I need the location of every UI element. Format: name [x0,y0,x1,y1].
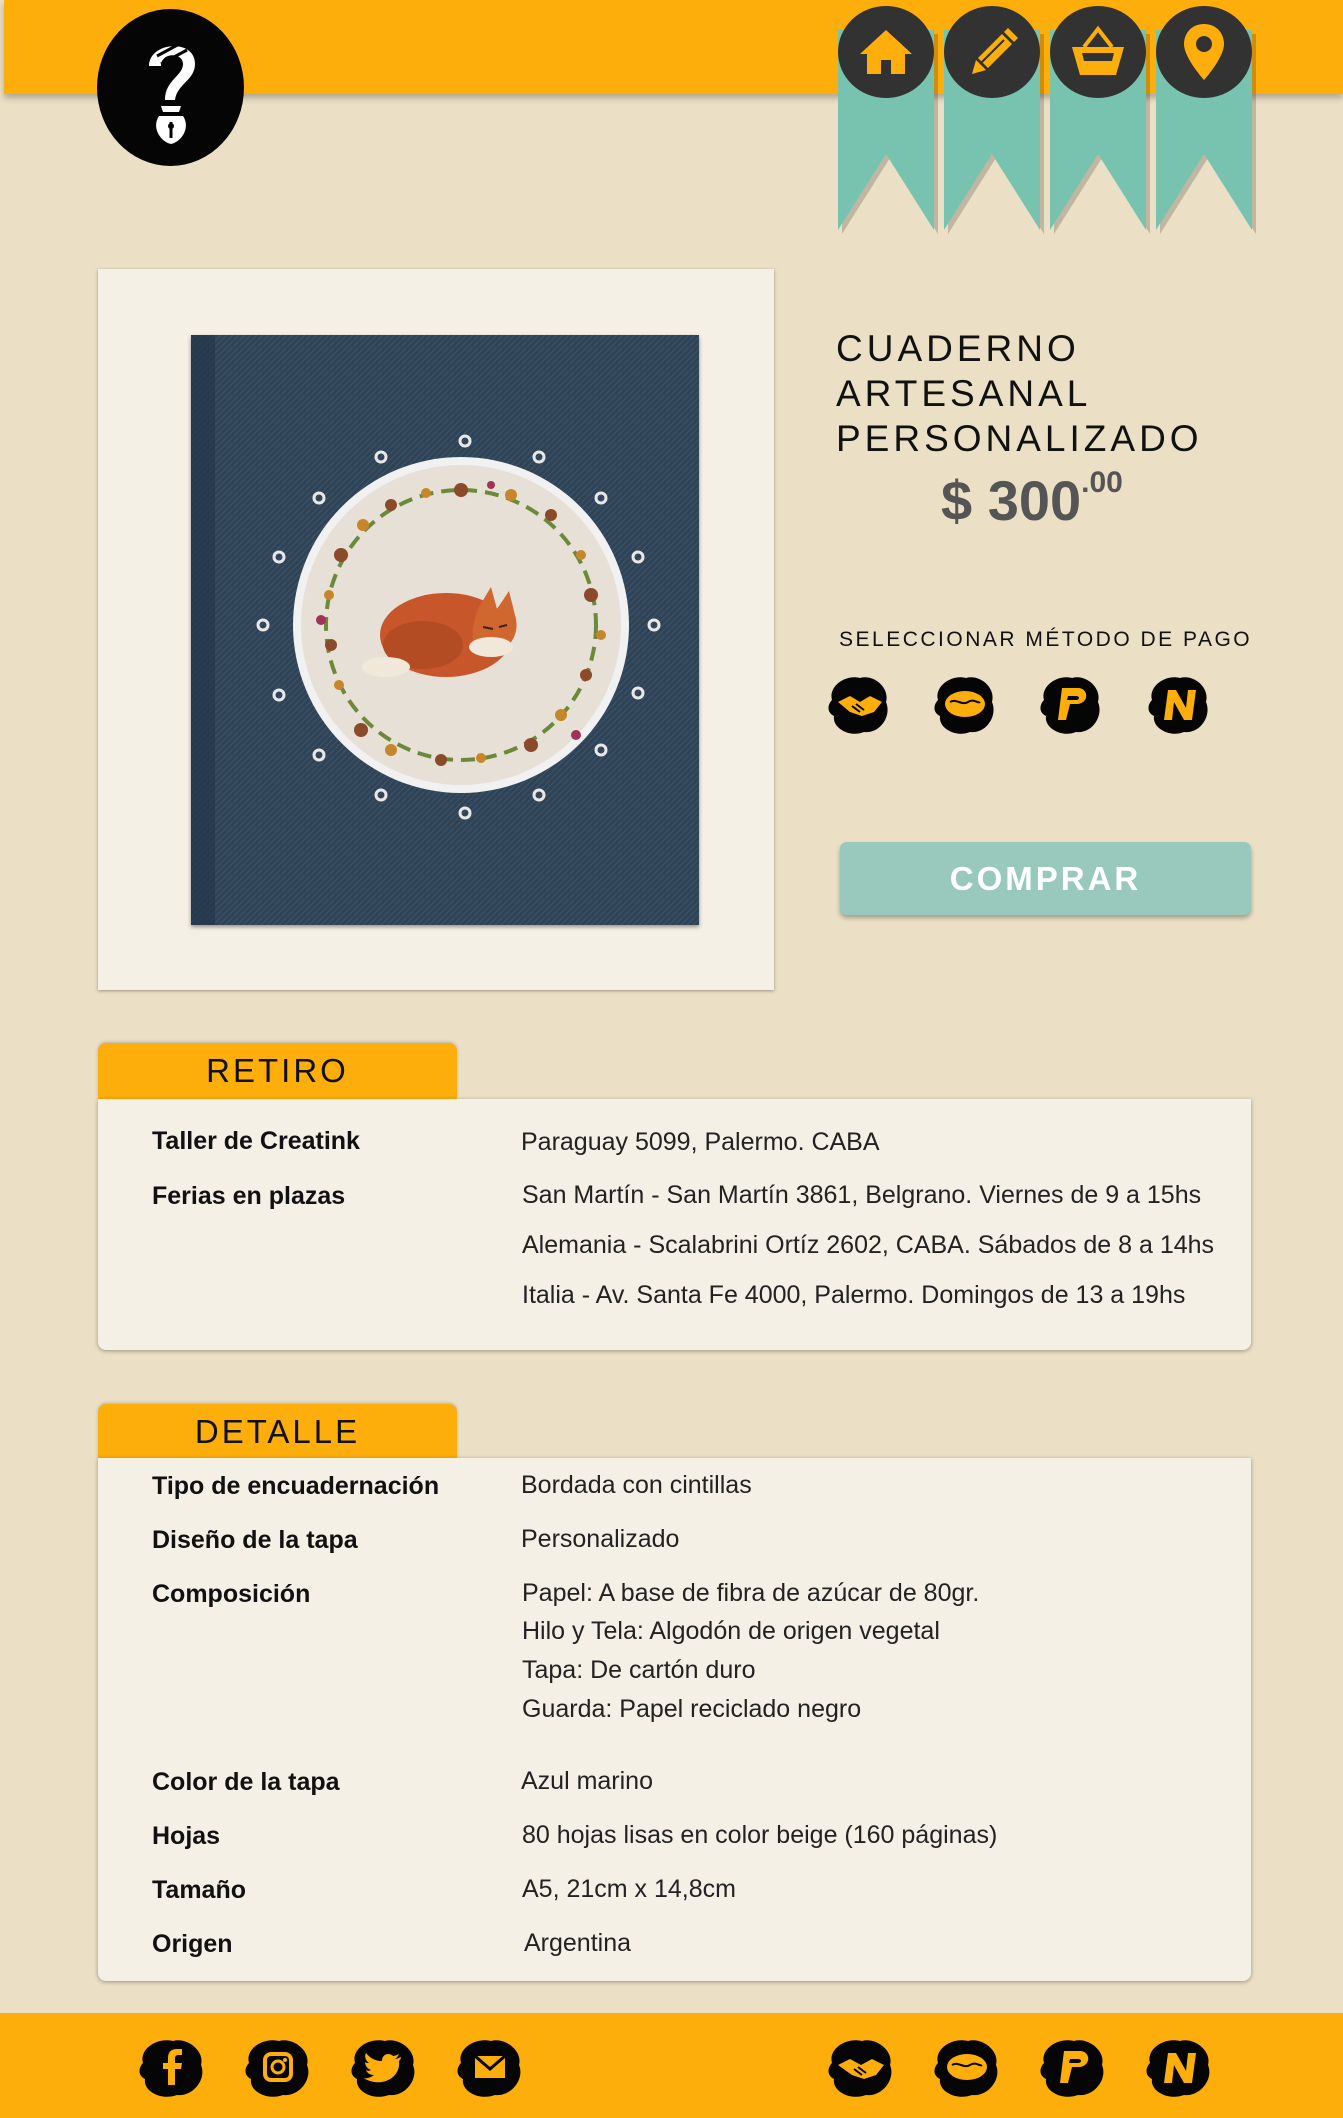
pencil-icon [944,6,1040,98]
detalle-key: Diseño de la tapa [152,1526,358,1554]
detalle-value: Personalizado [521,1525,680,1553]
nav-location[interactable] [1156,0,1256,234]
footer-payment-cash[interactable] [826,2035,896,2101]
product-photo[interactable] [191,335,699,925]
nav-edit[interactable] [944,0,1044,234]
detalle-key: Origen [152,1930,233,1958]
paypal-icon [1040,2040,1104,2097]
twitter-link[interactable] [349,2035,419,2101]
detalle-key: Hojas [152,1822,221,1850]
payment-option-mercadopago[interactable] [932,672,998,738]
footer-payment-paypal[interactable] [1038,2035,1108,2101]
paypal-icon [1040,677,1100,734]
basket-icon [1050,6,1146,98]
detalle-value: Azul marino [521,1767,653,1795]
naranja-icon [1148,677,1208,734]
product-image-card [98,269,774,990]
facebook-icon [139,2040,203,2097]
retiro-section-tab: RETIRO [98,1043,457,1099]
twitter-icon [351,2040,415,2097]
detalle-section-tab: DETALLE [98,1404,457,1460]
detalle-value: A5, 21cm x 14,8cm [522,1875,736,1903]
retiro-value: Paraguay 5099, Palermo. CABA [521,1128,880,1156]
detalle-value: Papel: A base de fibra de azúcar de 80gr… [522,1579,980,1607]
detalle-section: Tipo de encuadernación Bordada con cinti… [98,1458,1251,1981]
detalle-key: Tipo de encuadernación [152,1472,440,1500]
price-main: $ 300 [941,469,1082,532]
detalle-value: Hilo y Tela: Algodón de origen vegetal [522,1617,940,1645]
mail-icon [457,2040,521,2097]
footer-payment-naranja[interactable] [1144,2035,1214,2101]
instagram-icon [245,2040,309,2097]
mercadopago-icon [934,677,994,734]
creatink-logo[interactable] [97,9,244,166]
payment-methods [826,672,1226,742]
home-icon [838,6,934,98]
footer-payment-mercadopago[interactable] [932,2035,1002,2101]
retiro-section: Taller de Creatink Paraguay 5099, Palerm… [98,1099,1251,1350]
product-price: $ 300.00 [941,466,1123,533]
instagram-link[interactable] [243,2035,313,2101]
detalle-value: 80 hojas lisas en color beige (160 págin… [522,1821,998,1849]
map-pin-icon [1156,6,1252,98]
retiro-key: Ferias en plazas [152,1182,346,1210]
retiro-key: Taller de Creatink [152,1127,360,1155]
detalle-value: Tapa: De cartón duro [522,1656,756,1684]
product-title: CUADERNO ARTESANAL PERSONALIZADO [836,328,1203,459]
handshake-icon [828,2040,892,2097]
mail-link[interactable] [455,2035,525,2101]
retiro-value: Alemania - Scalabrini Ortíz 2602, CABA. … [522,1231,1215,1259]
payment-option-paypal[interactable] [1038,672,1104,738]
detalle-key: Composición [152,1580,311,1608]
quill-question-logo-icon [148,32,195,144]
mercadopago-icon [934,2040,998,2097]
detalle-value: Argentina [524,1929,632,1957]
buy-button[interactable]: COMPRAR [840,842,1251,915]
retiro-value: San Martín - San Martín 3861, Belgrano. … [522,1181,1202,1209]
handshake-icon [828,677,888,734]
detalle-value: Guarda: Papel reciclado negro [522,1695,862,1723]
facebook-link[interactable] [137,2035,207,2101]
payment-method-label: SELECCIONAR MÉTODO DE PAGO [839,628,1253,651]
price-cents: .00 [1081,466,1123,499]
retiro-value: Italia - Av. Santa Fe 4000, Palermo. Dom… [522,1281,1186,1309]
nav-cart[interactable] [1050,0,1150,234]
detalle-value: Bordada con cintillas [521,1471,752,1499]
detalle-key: Color de la tapa [152,1768,340,1796]
nav-home[interactable] [838,0,938,234]
payment-option-cash[interactable] [826,672,892,738]
footer [0,2013,1343,2118]
naranja-icon [1146,2040,1210,2097]
detalle-key: Tamaño [152,1876,246,1904]
payment-option-naranja[interactable] [1146,672,1212,738]
